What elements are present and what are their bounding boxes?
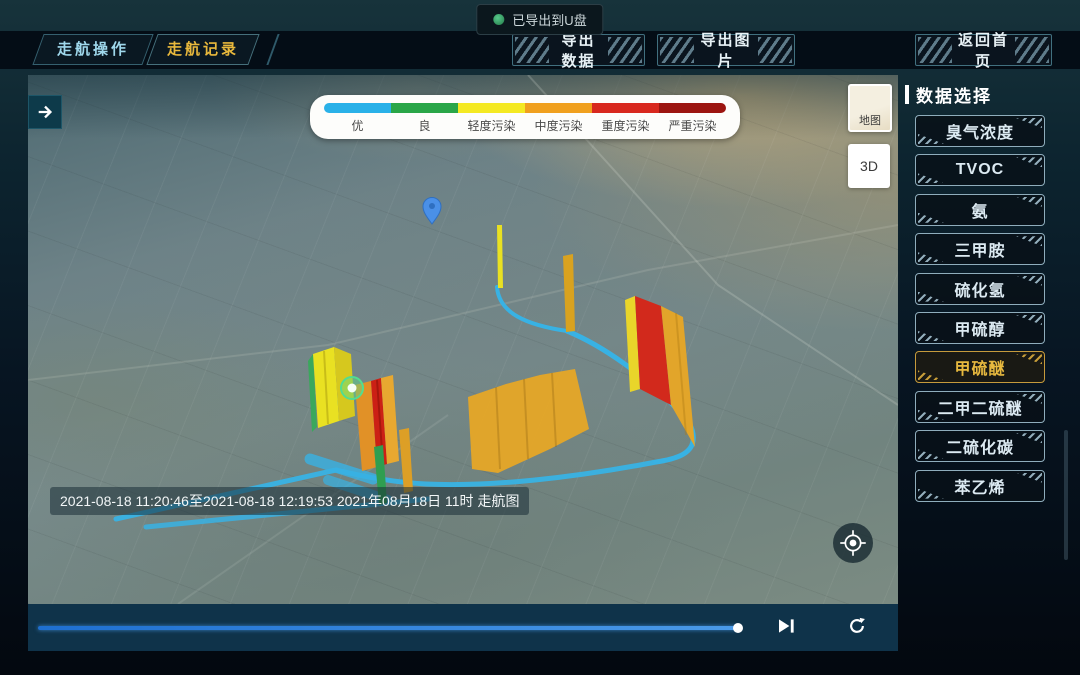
arrow-right-icon [36, 103, 54, 121]
legend-label: 中度污染 [525, 117, 592, 134]
refresh-icon [848, 617, 866, 635]
success-icon [493, 14, 504, 25]
pollutant-label: 氨 [971, 198, 988, 222]
stripe-decoration [918, 37, 952, 63]
pollutant-label: 二甲二硫醚 [937, 395, 1022, 419]
pollutant-button-甲硫醚[interactable]: 甲硫醚 [915, 351, 1045, 383]
export-image-button[interactable]: 导出图片 [657, 34, 795, 66]
pollutant-button-二甲二硫醚[interactable]: 二甲二硫醚 [915, 391, 1045, 423]
patrol-time-range: 2021-08-18 11:20:46至2021-08-18 12:19:53 … [50, 487, 529, 515]
legend-label: 严重污染 [659, 117, 726, 134]
legend-item: 轻度污染 [458, 103, 525, 134]
panel-title: 数据选择 [905, 82, 1080, 107]
locate-button[interactable] [833, 523, 873, 563]
pollutant-label: TVOC [956, 161, 1004, 179]
legend-color-segment [659, 103, 726, 113]
pollution-wall-right [625, 296, 695, 447]
skip-to-end-button[interactable] [776, 616, 798, 636]
pollutant-button-苯乙烯[interactable]: 苯乙烯 [915, 470, 1045, 502]
legend-color-segment [458, 103, 525, 113]
legend-color-segment [391, 103, 458, 113]
legend-label: 重度污染 [592, 117, 659, 134]
pollutant-label: 三甲胺 [954, 237, 1005, 261]
route-visualization [28, 75, 898, 604]
stripe-decoration [608, 37, 642, 63]
pollutant-button-TVOC[interactable]: TVOC [915, 154, 1045, 186]
current-position-marker [341, 377, 363, 399]
legend-color-segment [324, 103, 391, 113]
chevron-decoration [256, 34, 279, 65]
pollutant-button-三甲胺[interactable]: 三甲胺 [915, 233, 1045, 265]
legend-item: 重度污染 [592, 103, 659, 134]
legend-item: 优 [324, 103, 391, 134]
legend-label: 优 [324, 117, 391, 134]
sidebar-scrollbar[interactable] [1064, 430, 1068, 560]
stripe-decoration [515, 37, 549, 63]
expand-panel-button[interactable] [28, 95, 62, 129]
toast-text: 已导出到U盘 [512, 10, 586, 29]
pollutant-button-硫化氢[interactable]: 硫化氢 [915, 273, 1045, 305]
pollution-column-thin [497, 225, 503, 288]
map-3d-view[interactable]: 优良轻度污染中度污染重度污染严重污染 地图 3D 2021-08-18 11:2… [28, 75, 898, 604]
pollutant-label: 苯乙烯 [954, 474, 1005, 498]
data-select-panel: 数据选择 臭气浓度 TVOC 氨三甲胺硫化氢甲硫醇甲硫醚二甲二硫醚二硫化碳苯乙烯 [905, 75, 1080, 651]
pollutant-label: 甲硫醇 [954, 316, 1005, 340]
stripe-decoration [660, 37, 694, 63]
pollutant-label: 臭气浓度 [946, 119, 1014, 143]
playback-slider[interactable] [38, 625, 752, 631]
playback-bar [28, 604, 898, 651]
pollutant-label: 甲硫醚 [954, 355, 1005, 379]
top-navbar: 走航操作 走航记录 导出数据 导出图片 返回首页 [0, 31, 1080, 69]
tab-patrol-record[interactable]: 走航记录 [146, 34, 259, 65]
legend-item: 严重污染 [659, 103, 726, 134]
title-accent-bar [905, 85, 909, 104]
export-data-button[interactable]: 导出数据 [512, 34, 645, 66]
pollution-wall-center [468, 369, 589, 473]
pollutant-label: 二硫化碳 [946, 434, 1014, 458]
legend-label: 轻度污染 [458, 117, 525, 134]
stripe-decoration [758, 37, 792, 63]
pollutant-button-氨[interactable]: 氨 [915, 194, 1045, 226]
replay-button[interactable] [846, 616, 868, 636]
aqi-legend: 优良轻度污染中度污染重度污染严重污染 [310, 95, 740, 139]
pollutant-button-臭气浓度[interactable]: 臭气浓度 [915, 115, 1045, 147]
back-home-button[interactable]: 返回首页 [915, 34, 1052, 66]
layer-toggle-map[interactable]: 地图 [848, 84, 892, 132]
layer-toggle-3d[interactable]: 3D [848, 144, 890, 188]
pollutant-button-二硫化碳[interactable]: 二硫化碳 [915, 430, 1045, 462]
locate-target-icon [836, 526, 870, 560]
map-pin-icon [423, 198, 441, 225]
legend-item: 中度污染 [525, 103, 592, 134]
pollutant-button-甲硫醇[interactable]: 甲硫醇 [915, 312, 1045, 344]
legend-label: 良 [391, 117, 458, 134]
pollutant-label: 硫化氢 [954, 277, 1005, 301]
legend-color-segment [525, 103, 592, 113]
playback-progress [38, 626, 738, 630]
legend-color-segment [592, 103, 659, 113]
legend-item: 良 [391, 103, 458, 134]
stripe-decoration [1015, 37, 1049, 63]
skip-end-icon [779, 618, 796, 634]
tab-patrol-operation[interactable]: 走航操作 [32, 34, 153, 65]
pollution-column-gold [563, 254, 575, 332]
playback-handle[interactable] [733, 623, 743, 633]
export-success-toast: 已导出到U盘 [476, 4, 603, 35]
